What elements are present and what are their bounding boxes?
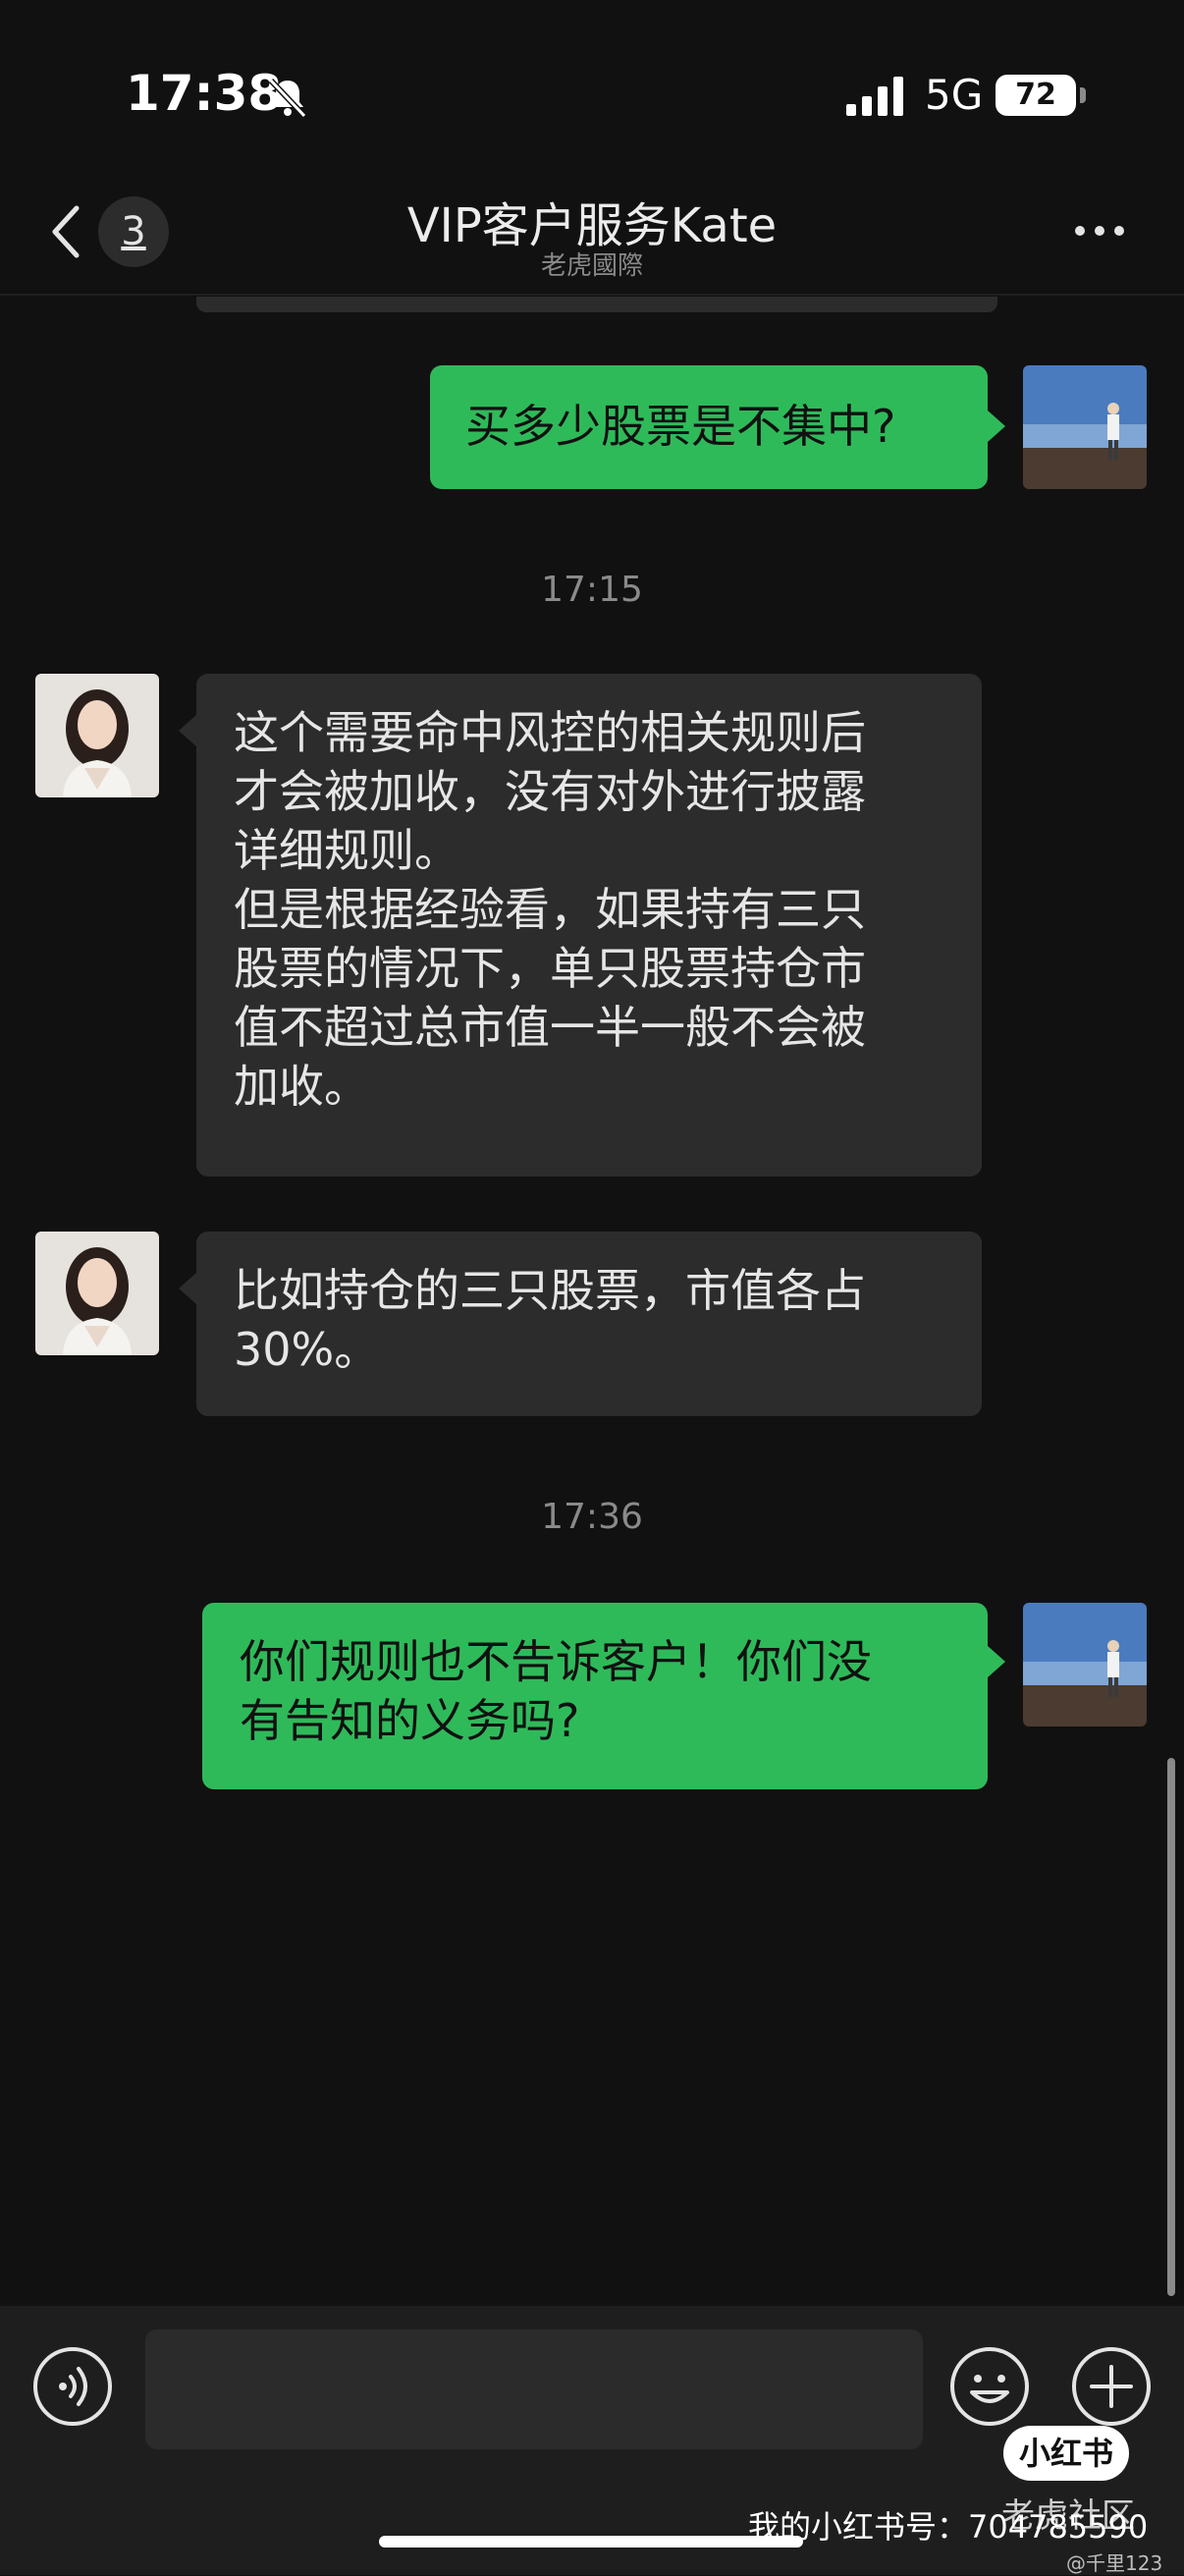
timestamp: 17:36 [541,1497,643,1537]
more-icon[interactable] [1070,221,1129,241]
unread-badge[interactable]: 3 [98,196,169,267]
user-avatar[interactable] [1023,1603,1147,1726]
message-input[interactable] [145,2329,923,2449]
bubble-tail [988,1646,1005,1677]
bubble-tail [179,715,196,746]
network-label: 5G [925,71,984,119]
outgoing-message[interactable]: 你们规则也不告诉客户！你们没 有告知的义务吗? [202,1603,988,1789]
back-chevron-icon[interactable] [47,202,86,261]
incoming-message[interactable]: 比如持仓的三只股票，市值各占 30%。 [196,1232,982,1416]
agent-avatar[interactable] [35,1232,159,1355]
emoji-icon[interactable] [948,2345,1031,2428]
plus-icon[interactable] [1070,2345,1153,2428]
agent-avatar[interactable] [35,674,159,797]
bell-slash-icon [268,78,307,119]
status-time: 17:38 [126,65,283,122]
incoming-message[interactable]: 这个需要命中风控的相关规则后 才会被加收，没有对外进行披露 详细规则。 但是根据… [196,674,982,1177]
chat-subtitle: 老虎國際 [540,251,643,281]
timestamp: 17:15 [541,570,643,610]
signal-icon [846,77,903,116]
battery-level: 72 [1015,78,1056,112]
user-avatar[interactable] [1023,365,1147,489]
battery-nub [1080,87,1086,103]
outgoing-message[interactable]: 买多少股票是不集中? [430,365,988,489]
home-indicator[interactable] [379,2536,803,2548]
header-divider [0,294,1184,296]
scrollbar[interactable] [1167,1758,1175,2296]
previous-message-edge [196,297,997,312]
account-watermark: 我的小红书号：704785590 [748,2508,1149,2546]
voice-icon[interactable] [31,2345,114,2428]
bubble-tail [179,1273,196,1304]
bubble-tail [988,411,1005,442]
xiaohongshu-logo: 小红书 [1003,2426,1129,2481]
user-watermark: @千里123 [1066,2551,1163,2575]
